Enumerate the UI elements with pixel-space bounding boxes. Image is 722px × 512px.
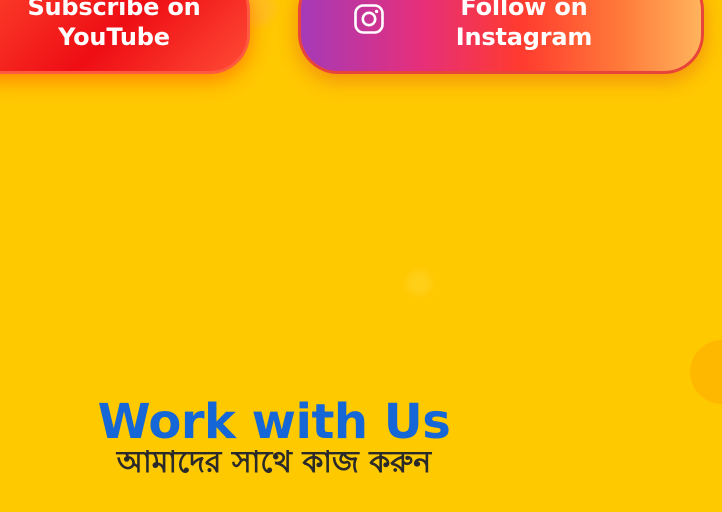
decorative-circle	[690, 340, 722, 404]
youtube-subscribe-button[interactable]: Subscribe on YouTube	[0, 0, 250, 74]
youtube-button-label: Subscribe on YouTube	[0, 0, 224, 52]
instagram-icon	[354, 4, 384, 34]
youtube-label-line1: Subscribe on	[27, 0, 201, 21]
decorative-dot	[406, 270, 432, 296]
page: Subscribe on YouTube Follow on Instagram…	[0, 0, 722, 512]
instagram-follow-button[interactable]: Follow on Instagram	[298, 0, 704, 74]
instagram-label-line2: Instagram	[455, 23, 593, 51]
youtube-label-line2: YouTube	[58, 23, 170, 51]
instagram-button-label: Follow on Instagram	[410, 0, 593, 52]
work-with-us-subheading: আমাদের সাথে কাজ করুন	[116, 445, 432, 480]
instagram-label-line1: Follow on	[460, 0, 588, 21]
